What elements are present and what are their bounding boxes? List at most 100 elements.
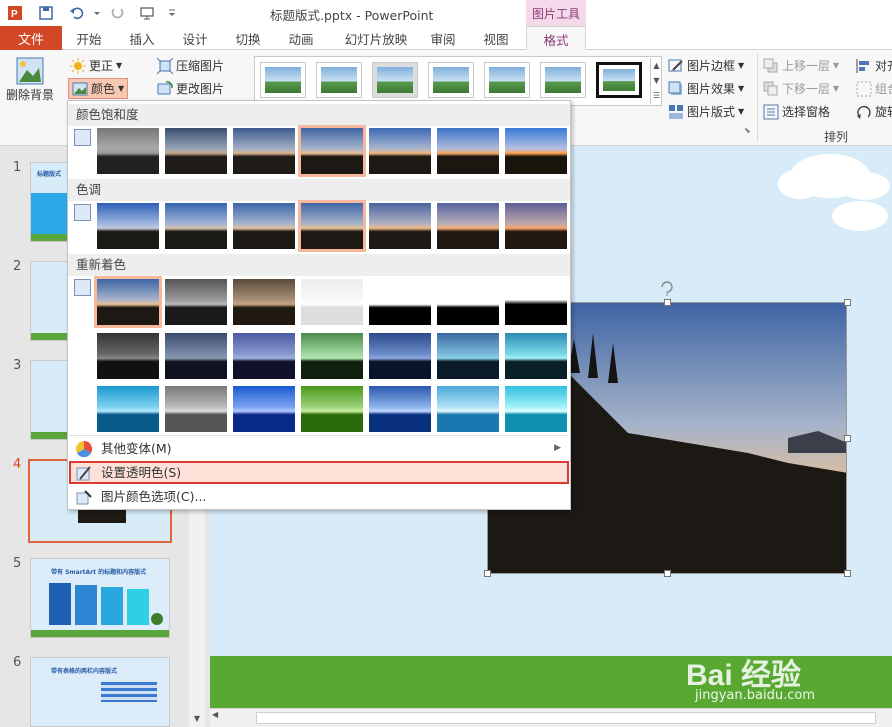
set-transparent-color-item[interactable]: 设置透明色(S)	[69, 461, 569, 484]
change-picture-button[interactable]: 更改图片	[157, 80, 224, 97]
submenu-arrow-icon: ▶	[554, 443, 561, 453]
tab-slideshow[interactable]: 幻灯片放映	[333, 26, 419, 50]
recolor-option-row3-6[interactable]	[437, 386, 499, 432]
resize-handle[interactable]	[484, 570, 491, 577]
horizontal-scrollbar[interactable]: ◀	[210, 708, 892, 727]
customize-toolbar-icon[interactable]	[163, 4, 181, 22]
picture-style-4[interactable]	[428, 62, 474, 98]
saturation-option-1[interactable]	[97, 128, 159, 174]
slide-thumbnail-title: 带有 SmartArt 的标题和内容版式	[51, 569, 147, 576]
saturation-option-6[interactable]	[437, 128, 499, 174]
remove-background-button[interactable]: 删除背景	[6, 56, 54, 103]
tab-format[interactable]: 格式	[526, 26, 586, 51]
recolor-option-4[interactable]	[301, 279, 363, 325]
recolor-option-row2-7[interactable]	[505, 333, 567, 379]
tab-file[interactable]: 文件	[0, 26, 62, 50]
recolor-option-3[interactable]	[233, 279, 295, 325]
recolor-option-row3-3[interactable]	[233, 386, 295, 432]
recolor-option-row3-5[interactable]	[369, 386, 431, 432]
recolor-option-row2-2[interactable]	[165, 333, 227, 379]
tone-option-6[interactable]	[437, 203, 499, 249]
picture-style-3[interactable]	[372, 62, 418, 98]
picture-border-button[interactable]: 图片边框 ▼	[668, 57, 744, 74]
picture-color-options-item[interactable]: 图片颜色选项(C)...	[69, 485, 569, 508]
undo-icon[interactable]	[68, 4, 86, 22]
tab-home[interactable]: 开始	[66, 26, 112, 50]
tab-design[interactable]: 设计	[172, 26, 218, 50]
redo-icon[interactable]	[108, 4, 126, 22]
slide-thumbnail-5[interactable]: 带有 SmartArt 的标题和内容版式	[30, 558, 170, 638]
corrections-button[interactable]: 更正 ▼	[70, 57, 122, 74]
picture-layout-button[interactable]: 图片版式 ▼	[668, 103, 744, 120]
color-button[interactable]: 颜色 ▼	[68, 78, 129, 99]
start-slideshow-icon[interactable]	[138, 4, 156, 22]
rotate-handle-icon[interactable]	[659, 278, 675, 296]
saturation-option-4[interactable]	[298, 125, 366, 177]
scroll-thumb[interactable]	[256, 712, 876, 724]
picture-style-6[interactable]	[540, 62, 586, 98]
resize-handle[interactable]	[844, 299, 851, 306]
recolor-option-row2-5[interactable]	[369, 333, 431, 379]
saturation-option-3[interactable]	[233, 128, 295, 174]
tab-review[interactable]: 审阅	[420, 26, 466, 50]
thumbnail-chevron	[127, 589, 149, 625]
saturation-options-icon[interactable]	[74, 129, 91, 146]
color-label: 颜色	[91, 82, 116, 96]
resize-handle[interactable]	[664, 299, 671, 306]
send-backward-button[interactable]: 下移一层 ▼	[763, 80, 839, 97]
bring-forward-button[interactable]: 上移一层 ▼	[763, 57, 839, 74]
tone-option-5[interactable]	[369, 203, 431, 249]
tab-animations[interactable]: 动画	[278, 26, 324, 50]
selection-pane-button[interactable]: 选择窗格	[763, 103, 830, 120]
recolor-option-7[interactable]	[505, 279, 567, 325]
compress-pictures-button[interactable]: 压缩图片	[157, 57, 224, 74]
recolor-option-6[interactable]	[437, 279, 499, 325]
picture-style-2[interactable]	[316, 62, 362, 98]
tone-option-1[interactable]	[97, 203, 159, 249]
group-button[interactable]: 组合	[856, 80, 892, 97]
saturation-option-7[interactable]	[505, 128, 567, 174]
picture-style-7[interactable]	[596, 62, 642, 98]
resize-handle[interactable]	[664, 570, 671, 577]
tab-insert[interactable]: 插入	[119, 26, 165, 50]
recolor-option-row3-1[interactable]	[97, 386, 159, 432]
recolor-option-1[interactable]	[94, 276, 162, 328]
gallery-scroll[interactable]: ▲ ▼ ☰	[650, 58, 662, 104]
recolor-option-row2-3[interactable]	[233, 333, 295, 379]
tab-view[interactable]: 视图	[473, 26, 519, 50]
tone-option-2[interactable]	[165, 203, 227, 249]
picture-effects-button[interactable]: 图片效果 ▼	[668, 80, 744, 97]
resize-handle[interactable]	[844, 570, 851, 577]
tone-option-4[interactable]	[298, 200, 366, 252]
compress-icon	[157, 57, 173, 74]
recolor-option-5[interactable]	[369, 279, 431, 325]
recolor-option-row3-4[interactable]	[301, 386, 363, 432]
align-button[interactable]: 对齐	[856, 57, 892, 74]
thumbnail-grass	[31, 630, 169, 637]
recolor-option-row2-4[interactable]	[301, 333, 363, 379]
undo-dropdown-icon[interactable]	[88, 4, 106, 22]
resize-handle[interactable]	[844, 435, 851, 442]
slide-thumbnail-6[interactable]: 带有表格的两栏内容版式	[30, 657, 170, 727]
picture-styles-launcher-icon[interactable]: ⬊	[744, 126, 751, 135]
saturation-option-2[interactable]	[165, 128, 227, 174]
recolor-option-row3-7[interactable]	[505, 386, 567, 432]
recolor-option-2[interactable]	[165, 279, 227, 325]
more-variations-item[interactable]: 其他变体(M) ▶	[69, 437, 569, 460]
scroll-left-icon[interactable]: ◀	[212, 710, 218, 719]
save-icon[interactable]	[37, 4, 55, 22]
picture-style-5[interactable]	[484, 62, 530, 98]
saturation-option-5[interactable]	[369, 128, 431, 174]
tone-options-icon[interactable]	[74, 204, 91, 221]
transparent-pen-icon	[76, 466, 91, 481]
tab-transitions[interactable]: 切换	[225, 26, 271, 50]
picture-style-1[interactable]	[260, 62, 306, 98]
recolor-option-row2-6[interactable]	[437, 333, 499, 379]
recolor-option-row2-1[interactable]	[97, 333, 159, 379]
tone-option-7[interactable]	[505, 203, 567, 249]
scroll-down-icon[interactable]: ▼	[189, 711, 205, 727]
rotate-button[interactable]: 旋转	[856, 103, 892, 120]
recolor-options-icon[interactable]	[74, 279, 91, 296]
recolor-option-row3-2[interactable]	[165, 386, 227, 432]
tone-option-3[interactable]	[233, 203, 295, 249]
